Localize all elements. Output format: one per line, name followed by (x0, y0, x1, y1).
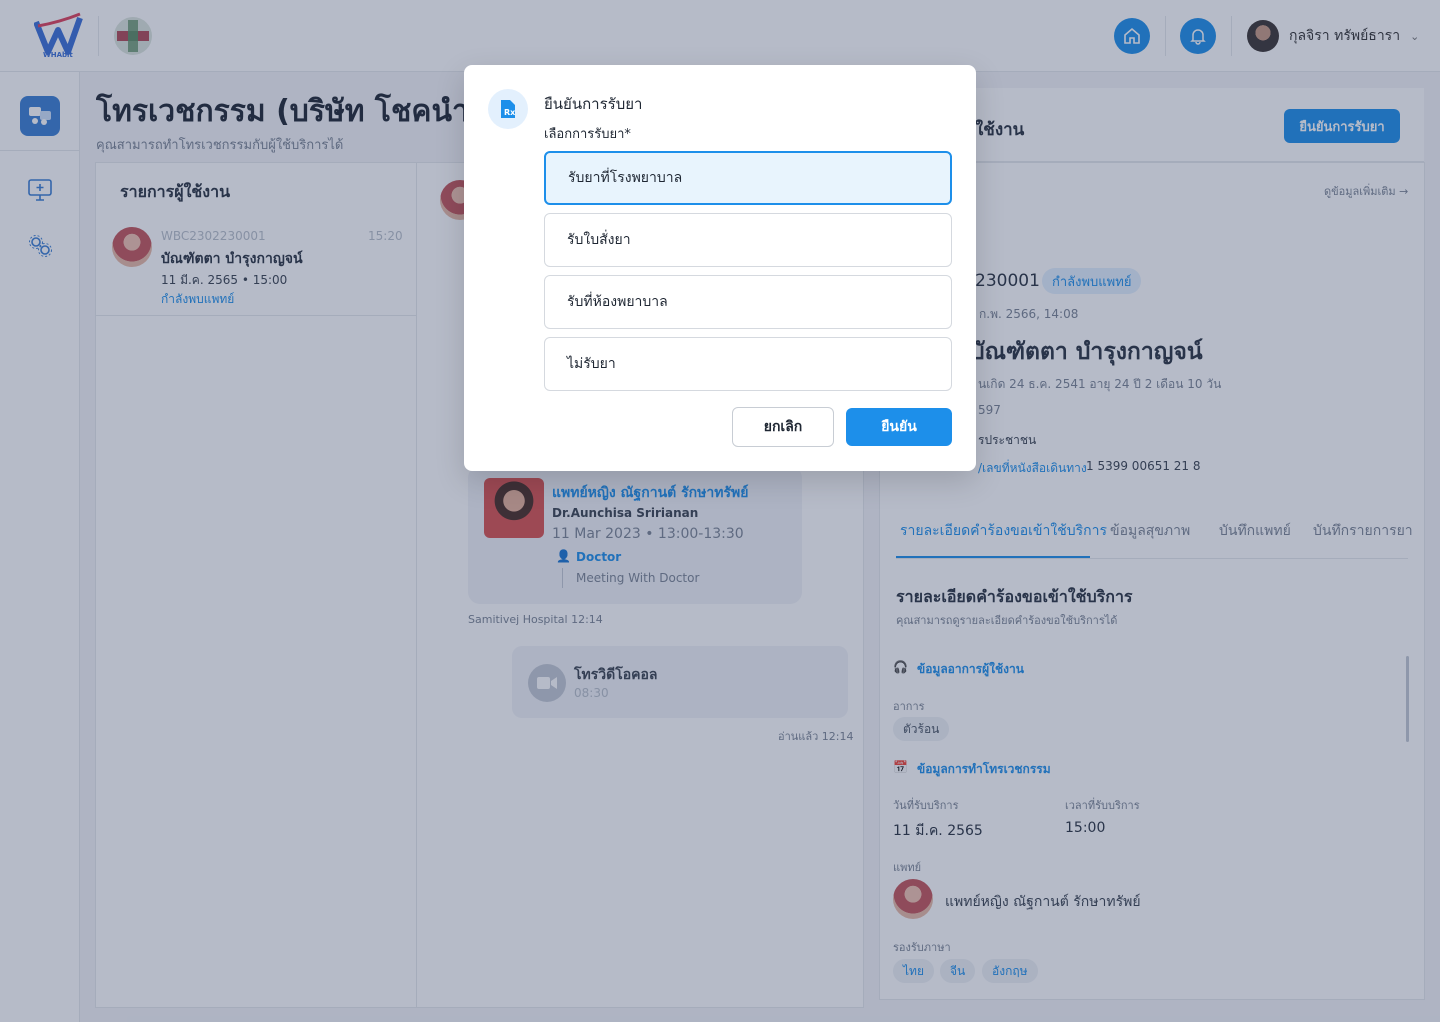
option-prescription[interactable]: รับใบสั่งยา (544, 213, 952, 267)
cancel-button[interactable]: ยกเลิก (732, 407, 834, 447)
prescription-icon: Rx (488, 89, 528, 129)
option-nursing-room[interactable]: รับที่ห้องพยาบาล (544, 275, 952, 329)
dialog-title: ยืนยันการรับยา (544, 95, 643, 113)
field-label: เลือกการรับยา* (544, 127, 631, 142)
option-hospital-pickup[interactable]: รับยาที่โรงพยาบาล (544, 151, 952, 205)
svg-text:Rx: Rx (504, 108, 516, 117)
confirm-medicine-dialog: Rx ยืนยันการรับยา เลือกการรับยา* รับยาที… (464, 65, 976, 471)
option-no-medicine[interactable]: ไม่รับยา (544, 337, 952, 391)
confirm-button[interactable]: ยืนยัน (846, 408, 952, 446)
